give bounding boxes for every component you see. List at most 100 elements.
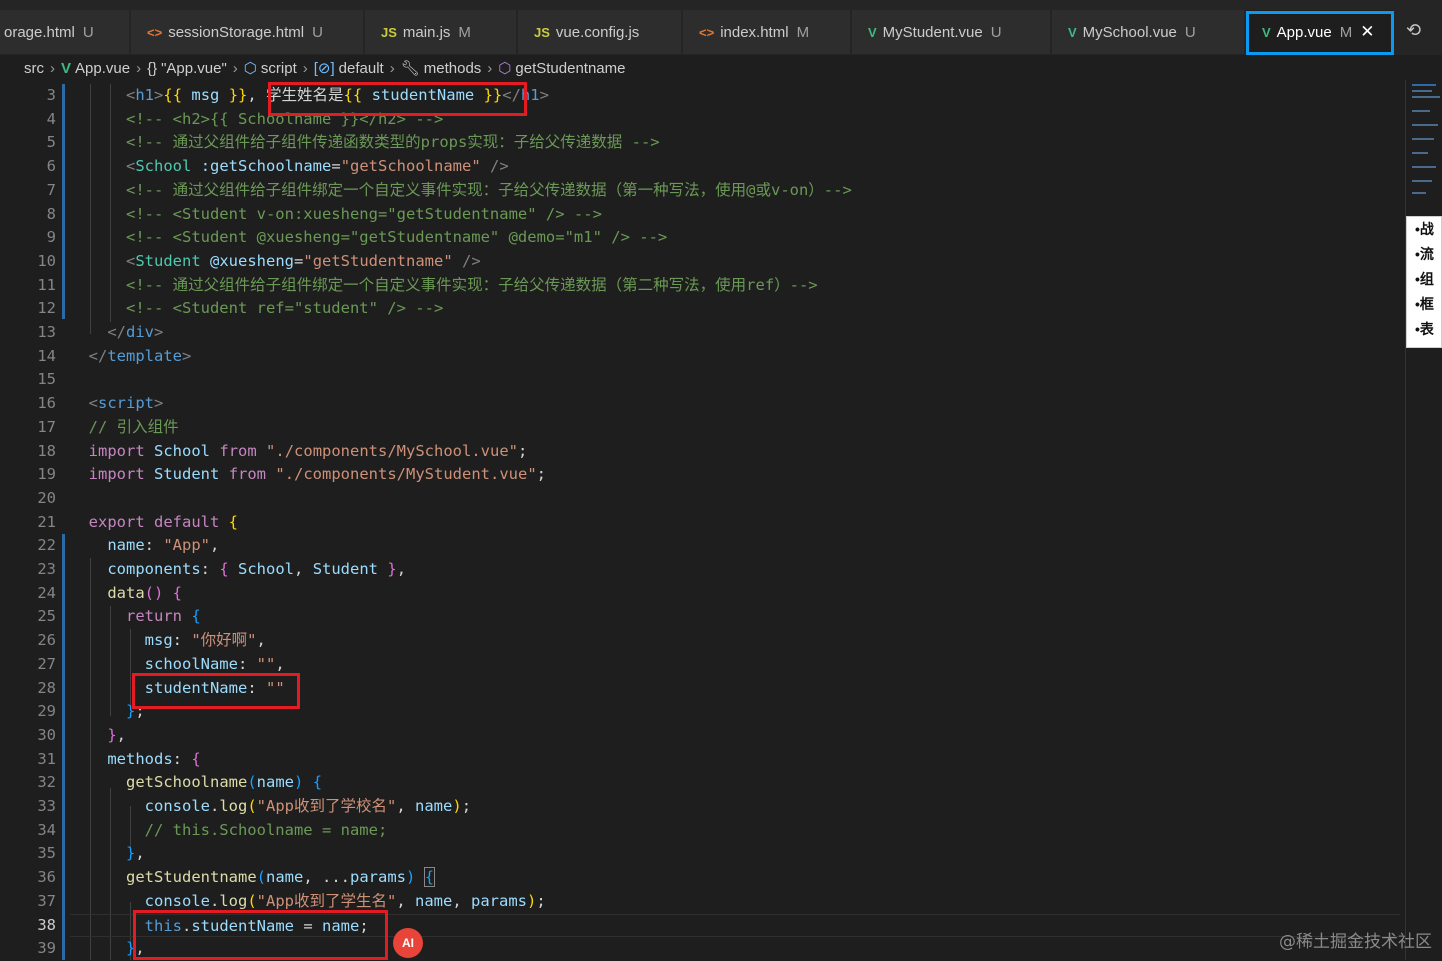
tab-mystudent-vue[interactable]: V MyStudent.vue U <box>852 10 1051 54</box>
vue-file-icon: V <box>1262 24 1271 40</box>
suggestion-popup[interactable]: •战 •流 •组 •框 •表 <box>1406 216 1442 348</box>
line-number: 29 <box>37 702 56 721</box>
code-line-8: <!-- <Student v-on:xuesheng="getStudentn… <box>70 204 602 223</box>
popup-item[interactable]: •框 <box>1407 292 1441 317</box>
tab-label: orage.html <box>4 23 75 41</box>
html-file-icon: <> <box>147 24 163 40</box>
code-line-17: // 引入组件 <box>70 417 179 436</box>
line-number: 9 <box>46 228 56 247</box>
breadcrumb-methods[interactable]: methods <box>424 60 482 77</box>
braces-icon: {} <box>147 59 158 77</box>
tab-myschool-vue[interactable]: V MySchool.vue U <box>1052 10 1245 54</box>
breadcrumb-src[interactable]: src <box>24 60 44 77</box>
line-number: 10 <box>37 251 56 270</box>
line-number: 14 <box>37 346 56 365</box>
breadcrumb-file[interactable]: App.vue <box>75 60 130 77</box>
popup-item[interactable]: •战 <box>1407 217 1441 242</box>
chevron-right-icon: › <box>302 59 308 77</box>
popup-item[interactable]: •流 <box>1407 242 1441 267</box>
chevron-right-icon: › <box>389 59 395 77</box>
minimap-line <box>1412 138 1434 140</box>
vue-file-icon: V <box>61 59 72 77</box>
cube-icon: ⬡ <box>243 60 257 77</box>
vue-file-icon: V <box>868 24 877 40</box>
breadcrumb-method[interactable]: getStudentname <box>515 60 625 77</box>
highlight-box <box>132 673 300 709</box>
tab-bar: orage.html U <> sessionStorage.html U JS mai… <box>0 0 1442 56</box>
line-number: 8 <box>46 204 56 223</box>
line-number: 20 <box>37 488 56 507</box>
line-number: 26 <box>37 631 56 650</box>
popup-item[interactable]: •表 <box>1407 317 1441 342</box>
line-number: 7 <box>46 180 56 199</box>
code-line-12: <!-- <Student ref="student" /> --> <box>70 299 444 318</box>
line-number: 36 <box>37 868 56 887</box>
code-line-6: <School :getSchoolname="getSchoolname" /… <box>126 157 509 176</box>
line-number: 12 <box>37 299 56 318</box>
tab-main-js[interactable]: JS main.js M <box>365 10 517 54</box>
tab-sessionstorage-html[interactable]: <> sessionStorage.html U <box>131 10 364 54</box>
tab-label: vue.config.js <box>555 23 640 41</box>
breadcrumb-script[interactable]: script <box>261 60 297 77</box>
tab-status: U <box>1184 23 1196 41</box>
line-number: 6 <box>46 157 56 176</box>
minimap-line <box>1412 84 1436 86</box>
code-line-24: data() { <box>107 583 183 602</box>
line-number: 39 <box>37 939 56 958</box>
tab-app-vue[interactable]: V App.vue M ✕ <box>1246 10 1394 54</box>
breadcrumb: src › V App.vue › {} "App.vue" › ⬡ script › … <box>0 55 1442 81</box>
tab-label: main.js <box>402 23 451 41</box>
tab-index-html[interactable]: <> index.html M <box>683 10 851 54</box>
breadcrumb-module[interactable]: "App.vue" <box>161 60 227 77</box>
minimap-line <box>1412 96 1440 98</box>
code-line-10: <Student @xuesheng="getStudentname" /> <box>126 251 481 270</box>
code-line-31: methods: { <box>107 749 201 768</box>
tab-label: sessionStorage.html <box>168 23 305 41</box>
tab-status: U <box>312 23 323 41</box>
chevron-right-icon: › <box>136 59 142 77</box>
tab-label: index.html <box>720 23 789 41</box>
line-number: 16 <box>37 394 56 413</box>
watermark: @稀土掘金技术社区 <box>1279 932 1432 952</box>
code-line-25: return { <box>126 607 201 626</box>
tab-status: M <box>1339 23 1353 41</box>
code-line-5: <!-- 通过父组件给子组件传递函数类型的props实现：子给父传递数据 --> <box>70 133 660 152</box>
code-line-23: components: { School, Student }, <box>107 560 407 578</box>
line-number: 32 <box>37 773 56 792</box>
line-number: 33 <box>37 797 56 815</box>
line-number: 34 <box>37 820 56 839</box>
line-number: 37 <box>37 891 56 910</box>
line-number: 31 <box>37 749 56 768</box>
ai-assistant-button[interactable]: AI <box>393 928 423 958</box>
minimap-line <box>1412 152 1428 154</box>
wrench-icon: 🔧︎ <box>400 60 420 77</box>
tab-status: U <box>82 23 94 41</box>
tab-vue-config-js[interactable]: JS vue.config.js <box>518 10 682 54</box>
code-line-11: <!-- 通过父组件给子组件绑定一个自定义事件实现：子给父传递数据（第二种写法，… <box>70 275 818 294</box>
breadcrumb-default[interactable]: default <box>339 60 384 77</box>
code-editor[interactable]: 3 4 5 6 7 8 9 10 11 12 13 14 15 16 17 18 19 20 21 22 23 24 25 2… <box>0 82 1405 960</box>
popup-item[interactable]: •组 <box>1407 267 1441 292</box>
highlight-box <box>133 910 388 960</box>
code-line-14: </template> <box>88 346 192 365</box>
code-line-34: // this.Schoolname = name; <box>70 820 388 839</box>
line-number: 4 <box>46 109 56 128</box>
code-line-9: <!-- <Student @xuesheng="getStudentname"… <box>70 228 668 247</box>
line-number: 27 <box>37 654 56 673</box>
line-number: 38 <box>37 915 56 934</box>
tab-storage-html[interactable]: orage.html U <box>0 10 130 54</box>
minimap[interactable] <box>1405 80 1442 960</box>
line-number: 5 <box>46 133 56 152</box>
minimap-line <box>1412 166 1436 168</box>
code-line-21: export default { <box>88 512 239 531</box>
tab-status: U <box>990 23 1002 41</box>
minimap-line <box>1412 180 1432 182</box>
history-icon[interactable]: ⟲ <box>1406 20 1421 41</box>
html-file-icon: <> <box>699 24 715 40</box>
js-file-icon: JS <box>534 24 550 40</box>
code-line-35: }, <box>126 844 145 863</box>
line-number: 17 <box>37 417 56 436</box>
line-number: 18 <box>37 441 56 460</box>
line-number: 25 <box>37 607 56 626</box>
close-icon[interactable]: ✕ <box>1360 22 1374 42</box>
